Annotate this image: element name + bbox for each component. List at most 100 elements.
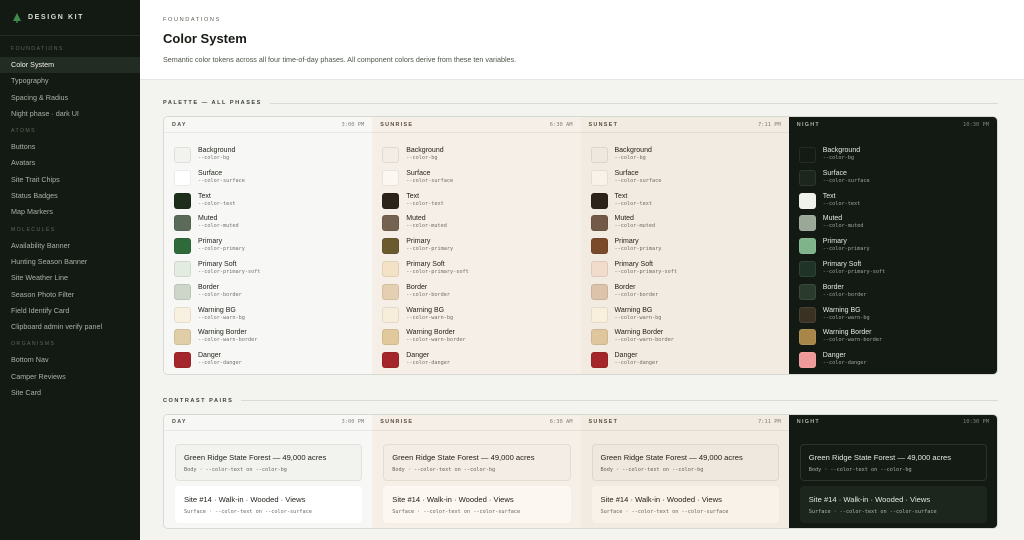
color-swatch[interactable] [382,147,400,163]
token-row[interactable]: Background --color-bg [382,146,570,169]
token-row[interactable]: Warning Border --color-warn-border [590,328,779,351]
color-swatch[interactable] [798,215,816,232]
token-row[interactable]: Warning BG --color-warn-bg [174,306,362,329]
token-row[interactable]: Text --color-text [382,192,570,215]
token-row[interactable]: Primary Soft --color-primary-soft [174,260,362,283]
token-row[interactable]: Muted --color-muted [590,214,779,237]
color-swatch[interactable] [590,215,608,232]
color-swatch[interactable] [174,306,191,323]
color-swatch[interactable] [382,306,400,323]
token-row[interactable]: Warning BG --color-warn-bg [590,306,779,329]
token-row[interactable]: Primary --color-primary [174,237,362,260]
sidebar-item-hunting-season-banner[interactable]: Hunting Season Banner [0,254,140,270]
color-swatch[interactable] [590,283,608,300]
token-row[interactable]: Primary Soft --color-primary-soft [382,260,570,283]
color-swatch[interactable] [798,192,816,209]
token-row[interactable]: Background --color-bg [798,146,987,169]
sidebar-item-field-identify-card[interactable]: Field Identify Card [0,303,140,319]
color-swatch[interactable] [174,169,191,186]
sidebar-item-status-badges[interactable]: Status Badges [0,188,140,204]
sidebar-item-buttons[interactable]: Buttons [0,139,140,155]
token-row[interactable]: Surface --color-surface [174,169,362,192]
color-swatch[interactable] [798,238,816,255]
token-row[interactable]: Muted --color-muted [798,214,987,237]
color-swatch[interactable] [382,192,400,209]
color-swatch[interactable] [798,147,816,163]
token-row[interactable]: Warning Border --color-warn-border [798,328,987,351]
color-swatch[interactable] [590,192,608,209]
token-row[interactable]: Danger --color-danger [382,351,570,374]
brand[interactable]: DESIGN KIT [0,0,140,36]
color-swatch[interactable] [590,147,608,163]
color-swatch[interactable] [798,329,816,346]
color-swatch[interactable] [590,329,608,346]
sidebar-item-site-card[interactable]: Site Card [0,385,140,401]
color-swatch[interactable] [382,352,400,369]
token-row[interactable]: Border --color-border [590,283,779,306]
color-swatch[interactable] [382,283,400,300]
token-row[interactable]: Danger --color-danger [590,351,779,374]
color-swatch[interactable] [174,329,191,346]
color-swatch[interactable] [798,260,816,277]
sidebar-item-clipboard-admin-verify-panel[interactable]: Clipboard admin verify panel [0,319,140,335]
color-swatch[interactable] [174,147,191,163]
sidebar-item-site-weather-line[interactable]: Site Weather Line [0,270,140,286]
color-swatch[interactable] [174,238,191,255]
token-row[interactable]: Primary Soft --color-primary-soft [590,260,779,283]
color-swatch[interactable] [590,238,608,255]
color-swatch[interactable] [382,260,400,277]
token-row[interactable]: Warning BG --color-warn-bg [798,306,987,329]
color-swatch[interactable] [798,352,816,369]
token-row[interactable]: Text --color-text [174,192,362,215]
token-row[interactable]: Primary --color-primary [590,237,779,260]
token-row[interactable]: Warning BG --color-warn-bg [382,306,570,329]
sidebar-item-avatars[interactable]: Avatars [0,155,140,171]
sidebar-item-site-trait-chips[interactable]: Site Trait Chips [0,172,140,188]
color-swatch[interactable] [174,215,191,232]
token-row[interactable]: Danger --color-danger [798,351,987,374]
token-row[interactable]: Border --color-border [174,283,362,306]
sidebar-item-bottom-nav[interactable]: Bottom Nav [0,352,140,368]
sidebar-item-night-phase-dark-ui[interactable]: Night phase · dark UI [0,106,140,122]
color-swatch[interactable] [798,169,816,186]
token-row[interactable]: Background --color-bg [174,146,362,169]
sidebar-item-availability-banner[interactable]: Availability Banner [0,238,140,254]
color-swatch[interactable] [798,306,816,323]
token-row[interactable]: Primary Soft --color-primary-soft [798,260,987,283]
token-row[interactable]: Border --color-border [798,283,987,306]
token-row[interactable]: Surface --color-surface [590,169,779,192]
sidebar-item-typography[interactable]: Typography [0,73,140,89]
phase-time: 7:11 PM [758,121,781,128]
color-swatch[interactable] [590,169,608,186]
color-swatch[interactable] [382,169,400,186]
color-swatch[interactable] [590,306,608,323]
sidebar-item-season-photo-filter[interactable]: Season Photo Filter [0,287,140,303]
token-row[interactable]: Warning Border --color-warn-border [382,328,570,351]
token-row[interactable]: Text --color-text [590,192,779,215]
token-row[interactable]: Surface --color-surface [382,169,570,192]
token-row[interactable]: Primary --color-primary [798,237,987,260]
sidebar-item-spacing-radius[interactable]: Spacing & Radius [0,90,140,106]
color-swatch[interactable] [382,215,400,232]
token-row[interactable]: Muted --color-muted [174,214,362,237]
token-row[interactable]: Warning Border --color-warn-border [174,328,362,351]
sidebar-item-map-markers[interactable]: Map Markers [0,204,140,220]
color-swatch[interactable] [174,192,191,209]
sidebar-item-camper-reviews[interactable]: Camper Reviews [0,369,140,385]
token-row[interactable]: Surface --color-surface [798,169,987,192]
token-row[interactable]: Background --color-bg [590,146,779,169]
sidebar-item-color-system[interactable]: Color System [0,57,140,74]
color-swatch[interactable] [590,352,608,369]
color-swatch[interactable] [590,260,608,277]
color-swatch[interactable] [174,283,191,300]
token-row[interactable]: Border --color-border [382,283,570,306]
token-row[interactable]: Danger --color-danger [174,351,362,374]
color-swatch[interactable] [174,260,191,277]
token-row[interactable]: Text --color-text [798,192,987,215]
token-row[interactable]: Primary --color-primary [382,237,570,260]
token-row[interactable]: Muted --color-muted [382,214,570,237]
color-swatch[interactable] [382,329,400,346]
color-swatch[interactable] [382,238,400,255]
color-swatch[interactable] [174,352,191,369]
color-swatch[interactable] [798,283,816,300]
